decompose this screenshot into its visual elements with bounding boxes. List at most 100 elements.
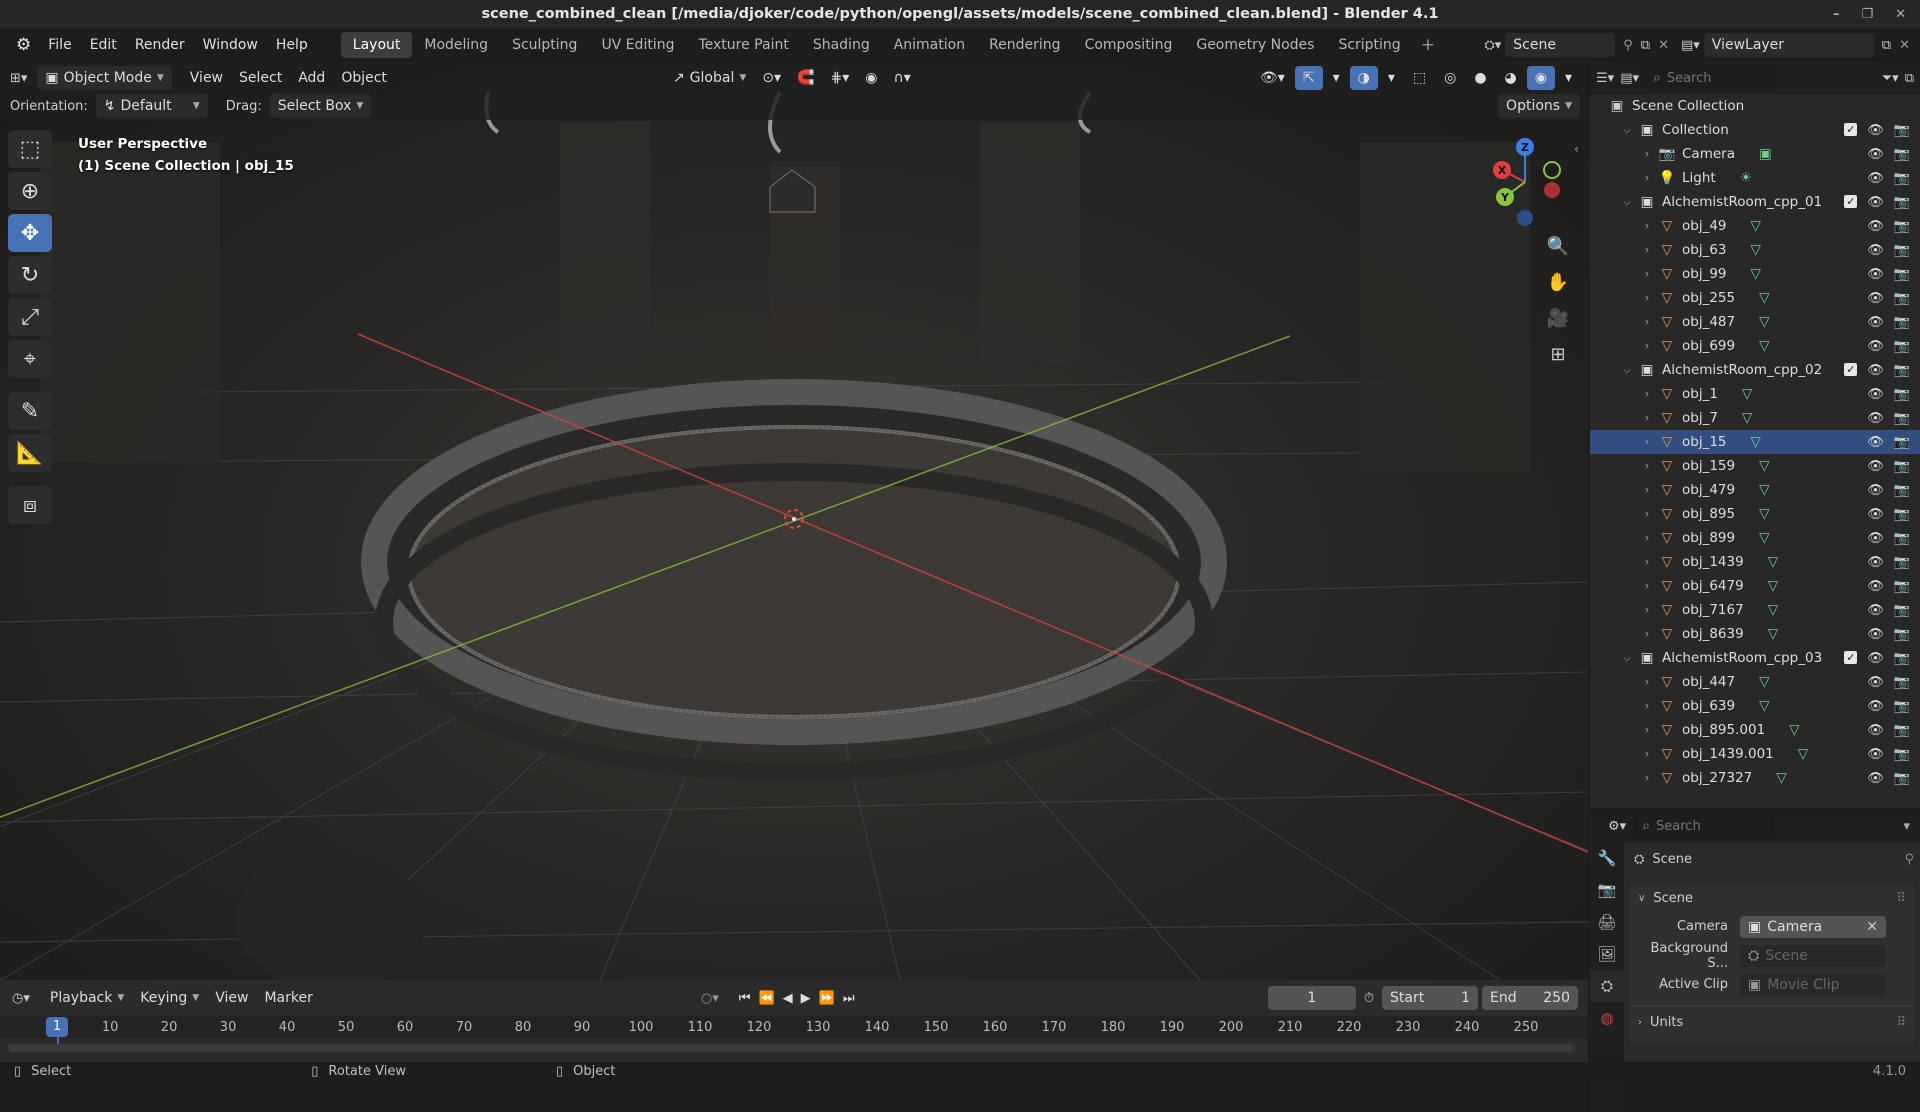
outliner-object-row[interactable]: › ▽ obj_27327 ▽ 👁 📷: [1590, 766, 1920, 790]
chevron-right-icon[interactable]: ›: [1640, 461, 1654, 472]
chevron-right-icon[interactable]: ›: [1640, 341, 1654, 352]
menu-view[interactable]: View: [182, 66, 231, 90]
eye-icon[interactable]: 👁: [1867, 123, 1884, 138]
menu-object[interactable]: Object: [333, 66, 395, 90]
menu-select[interactable]: Select: [231, 66, 290, 90]
drag-selector[interactable]: Select Box ▼: [269, 94, 372, 118]
play-icon[interactable]: ▶: [801, 991, 811, 1006]
exclude-checkbox[interactable]: ✓: [1844, 122, 1858, 136]
exclude-checkbox[interactable]: ✓: [1844, 650, 1858, 664]
eye-icon[interactable]: 👁: [1867, 747, 1884, 762]
chevron-right-icon[interactable]: ›: [1640, 173, 1654, 184]
chevron-right-icon[interactable]: ›: [1640, 677, 1654, 688]
render-camera-icon[interactable]: 📷: [1894, 723, 1910, 738]
tab-rendering[interactable]: Rendering: [977, 32, 1073, 58]
render-camera-icon[interactable]: 📷: [1894, 507, 1910, 522]
material-shading-icon[interactable]: ◕: [1497, 66, 1525, 90]
frame-ruler[interactable]: 1102030405060708090100110120130140150160…: [0, 1016, 1588, 1051]
mesh-data-icon[interactable]: ▽: [1759, 290, 1769, 306]
outliner-object-row[interactable]: › ▽ obj_895.001 ▽ 👁 📷: [1590, 718, 1920, 742]
outliner-object-row[interactable]: › 💡 Light ☀ 👁 📷: [1590, 166, 1920, 190]
jump-keyframe-forward-icon[interactable]: ⏩: [819, 991, 835, 1006]
render-camera-icon[interactable]: 📷: [1894, 435, 1910, 450]
end-frame-field[interactable]: End 250: [1482, 986, 1578, 1010]
pin-icon[interactable]: ⚲: [1904, 852, 1914, 867]
mesh-data-icon[interactable]: ▽: [1768, 602, 1778, 618]
menu-file[interactable]: File: [39, 37, 80, 53]
chevron-right-icon[interactable]: ›: [1640, 389, 1654, 400]
outliner-object-row[interactable]: › ▽ obj_895 ▽ 👁 📷: [1590, 502, 1920, 526]
chevron-right-icon[interactable]: ›: [1640, 629, 1654, 640]
render-camera-icon[interactable]: 📷: [1894, 603, 1910, 618]
mesh-data-icon[interactable]: ▽: [1742, 410, 1752, 426]
eye-icon[interactable]: 👁: [1867, 243, 1884, 258]
mesh-data-icon[interactable]: ▽: [1759, 458, 1769, 474]
render-camera-icon[interactable]: 📷: [1894, 483, 1910, 498]
snap-target-icon[interactable]: ⋕▾: [822, 66, 857, 90]
outliner-object-row[interactable]: › ▽ obj_487 ▽ 👁 📷: [1590, 310, 1920, 334]
add-workspace-icon[interactable]: +: [1413, 35, 1443, 55]
falloff-icon[interactable]: ∩▾: [885, 66, 918, 90]
chevron-right-icon[interactable]: ›: [1640, 413, 1654, 424]
chevron-right-icon[interactable]: ›: [1640, 149, 1654, 160]
chevron-down-icon[interactable]: ⌵: [1620, 125, 1634, 136]
add-cube-tool-icon[interactable]: ⧈: [8, 486, 52, 524]
camera-data-icon[interactable]: ▣: [1759, 146, 1772, 162]
render-camera-icon[interactable]: 📷: [1894, 267, 1910, 282]
outliner-object-row[interactable]: › ▽ obj_49 ▽ 👁 📷: [1590, 214, 1920, 238]
mesh-data-icon[interactable]: ▽: [1798, 746, 1808, 762]
eye-icon[interactable]: 👁: [1867, 555, 1884, 570]
tab-shading[interactable]: Shading: [801, 32, 882, 58]
menu-keying[interactable]: Keying ▼: [132, 986, 207, 1010]
render-camera-icon[interactable]: 📷: [1894, 531, 1910, 546]
mesh-data-icon[interactable]: ▽: [1768, 554, 1778, 570]
snap-icon[interactable]: 🧲: [789, 66, 822, 90]
chevron-right-icon[interactable]: ›: [1640, 269, 1654, 280]
outliner-collection-row[interactable]: ⌵ ▣ AlchemistRoom_cpp_01 ✓ 👁 📷: [1590, 190, 1920, 214]
outliner-object-row[interactable]: › ▽ obj_1 ▽ 👁 📷: [1590, 382, 1920, 406]
mesh-data-icon[interactable]: ▽: [1759, 338, 1769, 354]
outliner-object-row[interactable]: › ▽ obj_1439 ▽ 👁 📷: [1590, 550, 1920, 574]
rotate-tool-icon[interactable]: ↻: [8, 256, 52, 294]
start-frame-field[interactable]: Start 1: [1382, 986, 1478, 1010]
proportional-icon[interactable]: ◉: [857, 66, 885, 90]
scene-collection-row[interactable]: ▣ Scene Collection: [1590, 94, 1920, 118]
mesh-data-icon[interactable]: ▽: [1751, 434, 1761, 450]
chevron-down-icon[interactable]: ⌵: [1620, 197, 1634, 208]
render-camera-icon[interactable]: 📷: [1894, 195, 1910, 210]
background-scene-field[interactable]: ⛭ Scene: [1740, 944, 1886, 967]
eye-icon[interactable]: 👁: [1867, 579, 1884, 594]
editor-type-icon[interactable]: ⊞▾: [0, 71, 37, 86]
mesh-data-icon[interactable]: ▽: [1789, 722, 1799, 738]
autokey-icon[interactable]: ○▾: [701, 991, 719, 1006]
remove-scene-icon[interactable]: ✕: [1654, 38, 1677, 53]
camera-view-icon[interactable]: 🎥: [1542, 302, 1574, 334]
cursor-tool-icon[interactable]: ⊕: [8, 172, 52, 210]
chevron-right-icon[interactable]: ›: [1640, 725, 1654, 736]
render-camera-icon[interactable]: 📷: [1894, 315, 1910, 330]
render-camera-icon[interactable]: 📷: [1894, 363, 1910, 378]
mesh-data-icon[interactable]: ▽: [1742, 386, 1752, 402]
chevron-right-icon[interactable]: ›: [1640, 533, 1654, 544]
light-data-icon[interactable]: ☀: [1740, 170, 1752, 186]
mesh-data-icon[interactable]: ▽: [1776, 770, 1786, 786]
outliner-search[interactable]: ⌕ Search: [1645, 67, 1775, 89]
sidebar-toggle-icon[interactable]: ‹: [1574, 142, 1579, 156]
chevron-right-icon[interactable]: ›: [1640, 437, 1654, 448]
select-box-tool-icon[interactable]: ⬚: [8, 130, 52, 168]
eye-icon[interactable]: 👁: [1867, 363, 1884, 378]
remove-viewlayer-icon[interactable]: ✕: [1895, 38, 1920, 53]
chevron-right-icon[interactable]: ›: [1640, 701, 1654, 712]
chevron-right-icon[interactable]: ›: [1640, 509, 1654, 520]
chevron-right-icon[interactable]: ›: [1640, 773, 1654, 784]
chevron-right-icon[interactable]: ›: [1640, 581, 1654, 592]
scene-tab-icon[interactable]: ⛭: [1590, 970, 1624, 1002]
camera-field[interactable]: ▣ Camera ✕: [1740, 915, 1886, 938]
eye-icon[interactable]: 👁: [1867, 435, 1884, 450]
filter-icon[interactable]: ⏷▾: [1882, 71, 1899, 86]
gizmo-toggle-icon[interactable]: ⇱: [1294, 66, 1323, 90]
mesh-data-icon[interactable]: ▽: [1759, 314, 1769, 330]
outliner-collection-row[interactable]: ⌵ ▣ Collection ✓ 👁 📷: [1590, 118, 1920, 142]
render-camera-icon[interactable]: 📷: [1894, 459, 1910, 474]
menu-playback[interactable]: Playback ▼: [42, 986, 132, 1010]
